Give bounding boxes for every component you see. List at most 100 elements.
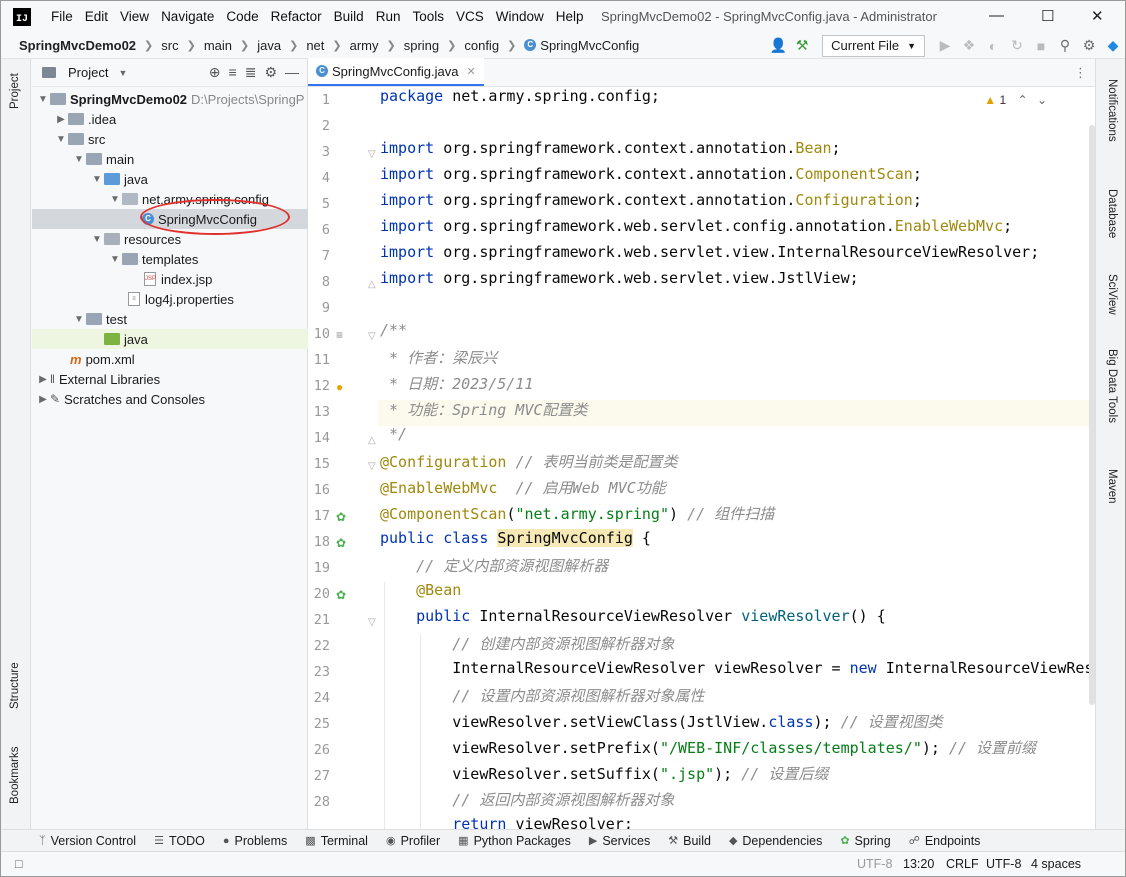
chevron-down-icon[interactable]: ▼ xyxy=(36,94,50,105)
tool-profiler[interactable]: ◉ Profiler xyxy=(386,834,440,848)
stripe-database[interactable]: Database xyxy=(1106,189,1118,238)
menu-edit[interactable]: Edit xyxy=(79,9,114,24)
fold-icon[interactable]: ▽ xyxy=(368,617,376,628)
menu-tools[interactable]: Tools xyxy=(406,9,450,24)
tree-item[interactable]: ▶ ‖ External Libraries xyxy=(32,369,308,389)
tool-terminal[interactable]: ▩ Terminal xyxy=(305,834,368,848)
more-icon[interactable]: ⋮ xyxy=(1074,65,1087,81)
tree-item[interactable]: JSP index.jsp xyxy=(32,269,308,289)
menu-window[interactable]: Window xyxy=(490,9,550,24)
chevron-down-icon[interactable]: ▼ xyxy=(90,174,104,185)
spring-bean-icon[interactable]: ✿ xyxy=(336,510,346,524)
tool-version-control[interactable]: ᛉ Version Control xyxy=(39,834,136,848)
intention-bulb-icon[interactable]: ● xyxy=(336,380,343,394)
chevron-down-icon[interactable]: ▼ xyxy=(118,68,127,78)
close-tab-icon[interactable]: ✕ xyxy=(466,65,475,78)
tool-endpoints[interactable]: ☍ Endpoints xyxy=(909,834,981,848)
fold-icon[interactable]: △ xyxy=(368,435,376,446)
fold-icon[interactable]: ▽ xyxy=(368,331,376,342)
tool-dependencies[interactable]: ◆ Dependencies xyxy=(729,834,822,848)
stripe-bookmarks[interactable]: Bookmarks xyxy=(9,746,21,804)
stop-icon[interactable]: ■ xyxy=(1029,38,1053,54)
menu-navigate[interactable]: Navigate xyxy=(155,9,220,24)
stripe-project[interactable]: Project xyxy=(9,73,21,109)
search-icon[interactable]: ⚲ xyxy=(1053,37,1077,54)
breadcrumb-config[interactable]: config xyxy=(464,38,499,53)
stripe-structure[interactable]: Structure xyxy=(9,662,21,709)
stripe-maven[interactable]: Maven xyxy=(1106,469,1118,504)
tree-item[interactable]: ≡ log4j.properties xyxy=(32,289,308,309)
chevron-down-icon[interactable]: ▼ xyxy=(72,154,86,165)
build-hammer-icon[interactable]: ⚒ xyxy=(790,37,814,54)
chevron-down-icon[interactable]: ▼ xyxy=(54,134,68,145)
tree-item[interactable]: ▼ templates xyxy=(32,249,308,269)
locate-icon[interactable]: ⊕ xyxy=(209,64,221,81)
fold-icon[interactable]: ▽ xyxy=(368,149,376,160)
breadcrumb-class[interactable]: SpringMvcConfig xyxy=(540,38,639,53)
close-icon[interactable]: ✕ xyxy=(1091,7,1104,25)
menu-help[interactable]: Help xyxy=(550,9,590,24)
caret-position[interactable]: 13:20 xyxy=(903,857,934,871)
tree-item[interactable]: java xyxy=(32,329,308,349)
fold-icon[interactable]: △ xyxy=(368,279,376,290)
chevron-down-icon[interactable]: ▼ xyxy=(108,254,122,265)
doc-comment-icon[interactable]: ≡ xyxy=(336,328,343,342)
gear-icon[interactable]: ⚙ xyxy=(1077,37,1101,54)
tool-spring[interactable]: ✿ Spring xyxy=(840,834,890,848)
tool-problems[interactable]: ● Problems xyxy=(223,834,287,848)
spring-bean-method-icon[interactable]: ✿ xyxy=(336,588,346,602)
chevron-right-icon[interactable]: ▶ xyxy=(36,374,50,385)
tree-item[interactable]: ▼ java xyxy=(32,169,308,189)
menu-code[interactable]: Code xyxy=(220,9,264,24)
run-configuration-select[interactable]: Current File ▼ xyxy=(822,34,925,57)
breadcrumb-project[interactable]: SpringMvcDemo02 xyxy=(19,38,136,53)
tree-item[interactable]: ▼ test xyxy=(32,309,308,329)
tree-item[interactable]: ▼ main xyxy=(32,149,308,169)
tool-services[interactable]: ▶ Services xyxy=(589,834,650,848)
coverage-icon[interactable]: ◐ xyxy=(981,38,1005,54)
spring-config-icon[interactable]: ✿ xyxy=(336,536,346,550)
project-panel-title[interactable]: Project xyxy=(68,65,108,80)
line-separator[interactable]: CRLF xyxy=(946,857,979,871)
menu-refactor[interactable]: Refactor xyxy=(265,9,328,24)
code-area[interactable]: package net.army.spring.config; import o… xyxy=(378,87,1097,829)
menu-file[interactable]: File xyxy=(45,9,79,24)
stripe-notifications[interactable]: Notifications xyxy=(1106,79,1118,142)
chevron-right-icon[interactable]: ▶ xyxy=(54,114,68,125)
breadcrumb-main[interactable]: main xyxy=(204,38,232,53)
tree-item[interactable]: ▶ ✎ Scratches and Consoles xyxy=(32,389,308,409)
stripe-big-data-tools[interactable]: Big Data Tools xyxy=(1106,349,1118,423)
gear-icon[interactable]: ⚙ xyxy=(264,64,277,81)
tool-python-packages[interactable]: ▦ Python Packages xyxy=(458,834,571,848)
expand-all-icon[interactable]: ≡ xyxy=(229,64,237,81)
tree-item[interactable]: ▼ src xyxy=(32,129,308,149)
stripe-sciview[interactable]: SciView xyxy=(1106,274,1118,315)
plugin-logo-icon[interactable]: ◆ xyxy=(1101,37,1125,54)
indent-setting[interactable]: 4 spaces xyxy=(1031,857,1081,871)
run-icon[interactable]: ▶ xyxy=(933,37,957,54)
profile-icon[interactable]: ↻ xyxy=(1005,37,1029,54)
chevron-down-icon[interactable]: ▼ xyxy=(90,234,104,245)
chevron-down-icon[interactable]: ▼ xyxy=(72,314,86,325)
tree-item[interactable]: ▼ SpringMvcDemo02 D:\Projects\SpringP xyxy=(32,89,308,109)
breadcrumb-army[interactable]: army xyxy=(350,38,379,53)
tool-build[interactable]: ⚒ Build xyxy=(668,834,711,848)
breadcrumb-src[interactable]: src xyxy=(161,38,178,53)
breadcrumb-net[interactable]: net xyxy=(306,38,324,53)
minimize-icon[interactable]: — xyxy=(989,7,1004,24)
debug-icon[interactable]: ❖ xyxy=(957,37,981,54)
menu-view[interactable]: View xyxy=(114,9,155,24)
menu-run[interactable]: Run xyxy=(370,9,407,24)
layout-icon[interactable]: □ xyxy=(15,857,23,871)
breadcrumb-java[interactable]: java xyxy=(257,38,281,53)
tree-item[interactable]: ▶ .idea xyxy=(32,109,308,129)
file-encoding[interactable]: UTF-8 xyxy=(986,857,1021,871)
intellij-logo-icon[interactable]: IJ xyxy=(13,7,31,26)
tab-springmvcconfig[interactable]: C SpringMvcConfig.java ✕ xyxy=(308,58,484,86)
fold-icon[interactable]: ▽ xyxy=(368,461,376,472)
maximize-icon[interactable]: ☐ xyxy=(1041,7,1054,25)
user-icon[interactable]: 👤 xyxy=(766,37,790,54)
menu-vcs[interactable]: VCS xyxy=(450,9,490,24)
tree-item[interactable]: m pom.xml xyxy=(32,349,308,369)
collapse-all-icon[interactable]: ≣ xyxy=(245,64,257,81)
